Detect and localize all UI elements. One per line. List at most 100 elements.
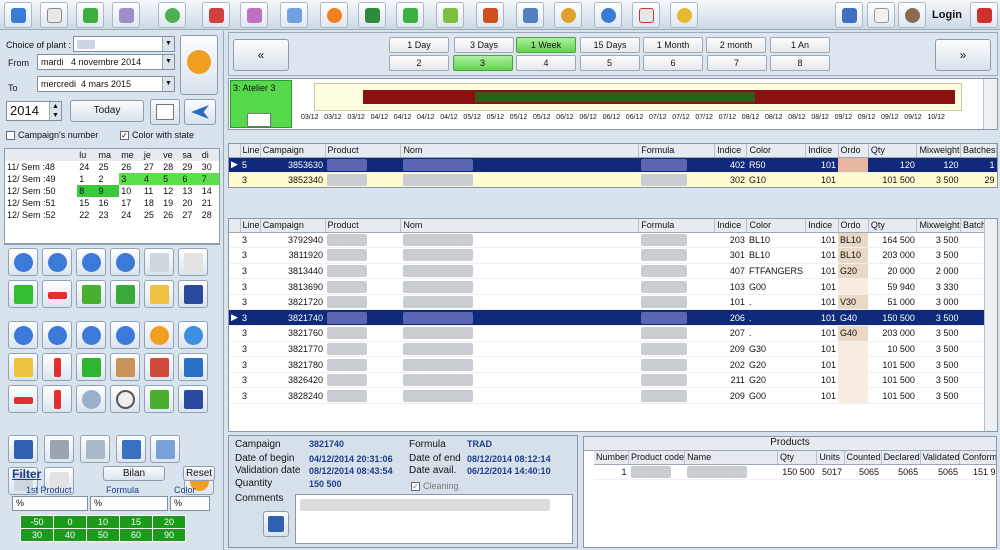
calendar-day[interactable]: 24 <box>119 209 142 221</box>
factory-button[interactable] <box>112 2 140 28</box>
gantt-timeline[interactable] <box>314 83 962 111</box>
column-header[interactable]: Indice <box>805 219 839 233</box>
table-row[interactable]: 33826420211G20101101 5003 50029 <box>229 372 997 389</box>
table-row[interactable]: ▶ 5 3853630 402 R50 101 120 120 1 <box>229 157 997 174</box>
calendar-day[interactable]: 2 <box>96 173 119 185</box>
calendar-day[interactable]: 18 <box>142 197 161 209</box>
calendar-day[interactable]: 17 <box>119 197 142 209</box>
costs-button[interactable] <box>670 2 698 28</box>
undo-button[interactable] <box>144 321 174 349</box>
campaign-number-checkbox[interactable]: Campaign's number <box>6 130 98 141</box>
line-6-button[interactable]: 6 <box>643 55 703 71</box>
calendar-button[interactable] <box>150 99 180 125</box>
calendar-day[interactable]: 9 <box>96 185 120 197</box>
edit-comment-button[interactable] <box>263 511 289 537</box>
color-filter-input[interactable]: % <box>170 496 210 511</box>
calendar-day[interactable]: 13 <box>180 185 199 197</box>
column-header[interactable]: Campaign <box>260 219 326 233</box>
column-header[interactable]: Qty <box>868 144 918 158</box>
quick-filter-button[interactable]: 15 <box>119 515 153 529</box>
table-row[interactable]: 33811920301BL10101BL10203 0003 50058 <box>229 247 997 264</box>
column-header[interactable]: Ordo <box>838 144 869 158</box>
validate-button[interactable] <box>76 353 106 381</box>
calendar-day[interactable]: 16 <box>96 197 119 209</box>
table-row[interactable]: 33828240209G00101101 5003 50029 <box>229 387 997 405</box>
remove-button[interactable] <box>42 280 72 308</box>
gantt-scrollbar[interactable] <box>983 79 997 129</box>
edit-list-button[interactable] <box>144 280 174 308</box>
line-3-button[interactable]: 3 <box>452 55 513 71</box>
calendar-week-row[interactable]: 12/ Sem :52 22 23 24 25 26 27 28 <box>5 209 219 221</box>
column-header[interactable]: Qty <box>868 219 918 233</box>
column-header[interactable]: Qty <box>777 451 818 465</box>
calendar-day[interactable]: 12 <box>161 185 180 197</box>
calendar-week-row[interactable]: 12/ Sem :51 15 16 17 18 19 20 21 <box>5 197 219 209</box>
add-button[interactable] <box>8 280 38 308</box>
move-up-down-button[interactable] <box>42 353 72 381</box>
calendar-day[interactable]: 29 <box>180 161 199 173</box>
calendar-day[interactable]: 7 <box>199 173 219 185</box>
column-header[interactable]: Declared <box>881 451 921 465</box>
minus-button-2[interactable] <box>8 385 38 413</box>
column-header[interactable]: Counted <box>844 451 882 465</box>
last-button-2[interactable] <box>110 321 140 349</box>
cart-button[interactable] <box>396 2 424 28</box>
line-7-button[interactable]: 7 <box>706 55 767 71</box>
column-header[interactable]: Product <box>325 144 402 158</box>
column-header[interactable]: Nom <box>400 219 640 233</box>
calendar-day[interactable]: 1 <box>77 173 96 185</box>
search-button[interactable] <box>76 385 106 413</box>
colors-button[interactable] <box>554 2 582 28</box>
checklist-button[interactable] <box>632 2 660 28</box>
first-button-2[interactable] <box>8 321 38 349</box>
calendar-day[interactable]: 30 <box>200 161 219 173</box>
column-header[interactable]: Color <box>746 219 807 233</box>
column-header[interactable]: Indice <box>714 219 748 233</box>
quick-filter-button[interactable]: 50 <box>86 528 120 542</box>
edit-items-button[interactable] <box>8 353 38 381</box>
table-row[interactable]: 33821780202G20101101 5003 50029 <box>229 356 997 373</box>
week-calendar[interactable]: lu ma me je ve sa di 11/ Sem :48 24 25 26 27 28 29 30… <box>4 148 220 244</box>
pen-button[interactable] <box>8 435 38 463</box>
statistics-button[interactable] <box>178 280 208 308</box>
column-header[interactable]: Mixweight <box>916 219 961 233</box>
campaign-grid-scrollbar[interactable] <box>984 219 997 431</box>
line-2-button[interactable]: 2 <box>389 55 449 71</box>
period-3-days-button[interactable]: 3 Days <box>454 37 514 53</box>
cleaning-checkbox[interactable]: ✓ Cleaning <box>411 481 459 492</box>
first-button[interactable] <box>8 248 38 276</box>
column-header[interactable]: Product <box>325 219 402 233</box>
calendar-day[interactable]: 6 <box>180 173 200 185</box>
column-header[interactable]: Line <box>240 219 261 233</box>
line-4-button[interactable]: 4 <box>516 55 576 71</box>
calendar-day[interactable]: 19 <box>161 197 180 209</box>
table-row[interactable]: 3 3852340 302 G10 101 101 500 3 500 29 <box>229 172 997 187</box>
from-date-picker[interactable]: mardi 4 novembre 2014 ▼ <box>37 54 175 70</box>
refresh-button[interactable] <box>180 35 218 95</box>
year-spinner[interactable]: 2014 ▲ ▼ <box>6 101 62 121</box>
to-date-picker[interactable]: mercredi 4 mars 2015 ▼ <box>37 76 175 92</box>
today-button[interactable]: Today <box>70 100 144 122</box>
quick-filter-button[interactable]: 90 <box>152 528 186 542</box>
column-header[interactable]: Product code <box>628 451 686 465</box>
calendar-day[interactable]: 27 <box>142 161 161 173</box>
calendar-day[interactable]: 28 <box>161 161 180 173</box>
calendar-day[interactable]: 10 <box>119 185 142 197</box>
period-1-month-button[interactable]: 1 Month <box>643 37 703 53</box>
table-row[interactable]: 33821720101.101V3051 0003 00017 <box>229 294 997 311</box>
preview-button[interactable] <box>80 435 110 463</box>
line-card[interactable]: 3: Atelier 3 <box>230 80 292 128</box>
quick-filter-button[interactable]: 30 <box>20 528 54 542</box>
quick-filter-button[interactable]: 0 <box>53 515 87 529</box>
envelope-icon[interactable] <box>247 113 271 127</box>
calendar-day[interactable]: 26 <box>161 209 180 221</box>
previous-period-button[interactable]: « <box>233 39 289 71</box>
validate-document-button[interactable] <box>76 2 104 28</box>
calendar-day[interactable]: 25 <box>96 161 119 173</box>
period-2-month-button[interactable]: 2 month <box>706 37 766 53</box>
login-label[interactable]: Login <box>927 4 967 26</box>
statistics-button-2[interactable] <box>178 385 208 413</box>
calendar-day[interactable]: 11 <box>142 185 161 197</box>
calendar-week-row[interactable]: 12/ Sem :50 8 9 10 11 12 13 14 <box>5 185 219 197</box>
calendar-day[interactable]: 5 <box>161 173 181 185</box>
